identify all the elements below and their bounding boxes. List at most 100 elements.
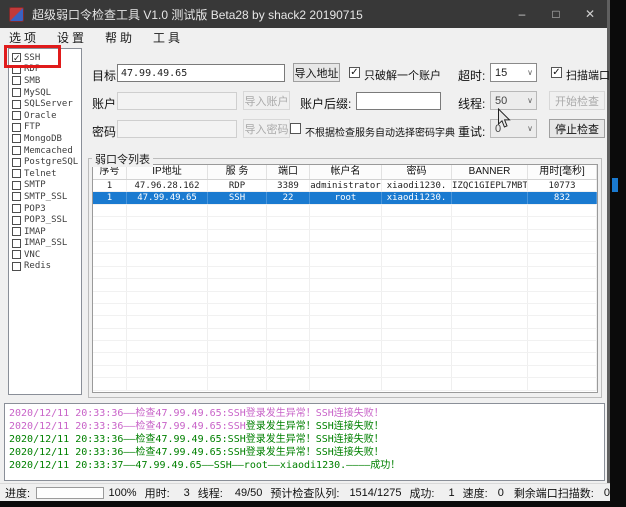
service-item-sqlserver[interactable]: SQLServer <box>9 98 81 110</box>
import-password-button[interactable]: 导入密码 <box>243 119 290 138</box>
password-input[interactable] <box>117 120 237 138</box>
service-checkbox[interactable] <box>12 169 21 178</box>
table-empty-row[interactable] <box>93 254 597 266</box>
table-cell <box>528 230 597 241</box>
service-item-redis[interactable]: Redis <box>9 261 81 273</box>
service-item-memcached[interactable]: Memcached <box>9 145 81 157</box>
service-checkbox[interactable] <box>12 123 21 132</box>
table-empty-row[interactable] <box>93 378 597 390</box>
scan-port-checkbox[interactable] <box>551 67 562 78</box>
table-empty-row[interactable] <box>93 267 597 279</box>
table-row[interactable]: 147.99.49.65SSH22rootxiaodi1230.832 <box>93 192 597 204</box>
service-checkbox[interactable] <box>12 204 21 213</box>
column-header-1[interactable]: IP地址 <box>127 165 208 179</box>
minimize-icon[interactable]: – <box>505 0 539 28</box>
table-cell <box>382 329 452 340</box>
account-suffix-input[interactable] <box>356 92 441 110</box>
service-checkbox[interactable] <box>12 158 21 167</box>
service-item-imap_ssl[interactable]: IMAP_SSL <box>9 238 81 250</box>
close-icon[interactable]: ✕ <box>573 0 607 28</box>
service-checkbox[interactable] <box>12 239 21 248</box>
column-header-4[interactable]: 帐户名 <box>310 165 382 179</box>
service-item-mongodb[interactable]: MongoDB <box>9 133 81 145</box>
service-item-oracle[interactable]: Oracle <box>9 110 81 122</box>
service-item-pop3[interactable]: POP3 <box>9 203 81 215</box>
table-empty-row[interactable] <box>93 329 597 341</box>
table-cell: IZQC1GIEPL7MBTZ <box>452 180 528 191</box>
table-cell <box>528 205 597 216</box>
service-checkbox[interactable] <box>12 227 21 236</box>
table-cell <box>310 267 382 278</box>
maximize-icon[interactable]: □ <box>539 0 573 28</box>
service-checkbox[interactable] <box>12 250 21 259</box>
only-one-account-label: 只破解一个账户 <box>364 67 441 83</box>
service-checkbox[interactable] <box>12 262 21 271</box>
service-checkbox[interactable] <box>12 100 21 109</box>
table-empty-row[interactable] <box>93 304 597 316</box>
service-item-ftp[interactable]: FTP <box>9 122 81 134</box>
table-cell <box>127 292 208 303</box>
table-empty-row[interactable] <box>93 316 597 328</box>
service-checkbox[interactable] <box>12 181 21 190</box>
import-address-button[interactable]: 导入地址 <box>293 63 340 82</box>
menu-item-3[interactable]: 工具 <box>144 27 192 48</box>
table-empty-row[interactable] <box>93 242 597 254</box>
service-checkbox[interactable] <box>12 111 21 120</box>
log-segment: 2020/12/11 20:33:36——检查47.99.49.65:SSH登录… <box>9 447 384 458</box>
target-input[interactable] <box>117 64 285 82</box>
table-empty-row[interactable] <box>93 217 597 229</box>
log-output[interactable]: 2020/12/11 20:33:36——检查47.99.49.65:SSH登录… <box>4 403 605 481</box>
remaining-label: 剩余端口扫描数: <box>514 485 594 501</box>
only-one-account-checkbox[interactable] <box>349 67 360 78</box>
column-header-6[interactable]: BANNER <box>452 165 528 179</box>
menu-bar: 选项设置帮助工具 <box>0 28 607 47</box>
table-cell <box>452 316 528 327</box>
table-empty-row[interactable] <box>93 366 597 378</box>
table-empty-row[interactable] <box>93 205 597 217</box>
service-item-smtp[interactable]: SMTP <box>9 180 81 192</box>
result-table[interactable]: 序号IP地址服 务端口帐户名密码BANNER用时[毫秒] 147.96.28.1… <box>92 164 598 393</box>
menu-item-2[interactable]: 帮助 <box>96 27 144 48</box>
account-input[interactable] <box>117 92 237 110</box>
service-item-mysql[interactable]: MySQL <box>9 87 81 99</box>
table-empty-row[interactable] <box>93 341 597 353</box>
no-auto-dict-checkbox[interactable] <box>290 123 301 134</box>
column-header-2[interactable]: 服 务 <box>208 165 267 179</box>
table-empty-row[interactable] <box>93 353 597 365</box>
service-checkbox[interactable] <box>12 146 21 155</box>
service-checkbox[interactable] <box>12 76 21 85</box>
table-cell <box>382 316 452 327</box>
service-item-telnet[interactable]: Telnet <box>9 168 81 180</box>
service-item-imap[interactable]: IMAP <box>9 226 81 238</box>
column-header-3[interactable]: 端口 <box>267 165 310 179</box>
service-item-smtp_ssl[interactable]: SMTP_SSL <box>9 191 81 203</box>
service-checkbox[interactable] <box>12 134 21 143</box>
service-checkbox[interactable] <box>12 88 21 97</box>
service-checkbox[interactable] <box>12 192 21 201</box>
service-list[interactable]: SSHRDPSMBMySQLSQLServerOracleFTPMongoDBM… <box>8 48 82 395</box>
service-item-vnc[interactable]: VNC <box>9 249 81 261</box>
table-empty-row[interactable] <box>93 279 597 291</box>
table-empty-row[interactable] <box>93 230 597 242</box>
table-cell: xiaodi1230. <box>382 180 452 191</box>
start-check-button[interactable]: 开始检查 <box>549 91 605 110</box>
table-cell <box>452 329 528 340</box>
window-title: 超级弱口令检查工具 V1.0 测试版 Beta28 by shack2 2019… <box>32 6 363 23</box>
service-item-postgresql[interactable]: PostgreSQL <box>9 156 81 168</box>
table-row[interactable]: 147.96.28.162RDP3389administratorxiaodi1… <box>93 180 597 192</box>
column-header-7[interactable]: 用时[毫秒] <box>528 165 597 179</box>
import-account-button[interactable]: 导入账户 <box>243 91 290 110</box>
service-item-pop3_ssl[interactable]: POP3_SSL <box>9 214 81 226</box>
service-item-smb[interactable]: SMB <box>9 75 81 87</box>
column-header-5[interactable]: 密码 <box>382 165 452 179</box>
timeout-select[interactable]: 15 ∨ <box>490 63 537 82</box>
table-cell <box>528 366 597 377</box>
stop-check-button[interactable]: 停止检查 <box>549 119 605 138</box>
table-cell <box>528 267 597 278</box>
table-empty-row[interactable] <box>93 292 597 304</box>
log-segment: 2020/12/11 20:33:36——检查47.99.49.65:SSH <box>9 421 246 432</box>
service-checkbox[interactable] <box>12 216 21 225</box>
table-cell <box>528 292 597 303</box>
scan-port-label: 扫描端口 <box>566 67 610 83</box>
column-header-0[interactable]: 序号 <box>93 165 127 179</box>
